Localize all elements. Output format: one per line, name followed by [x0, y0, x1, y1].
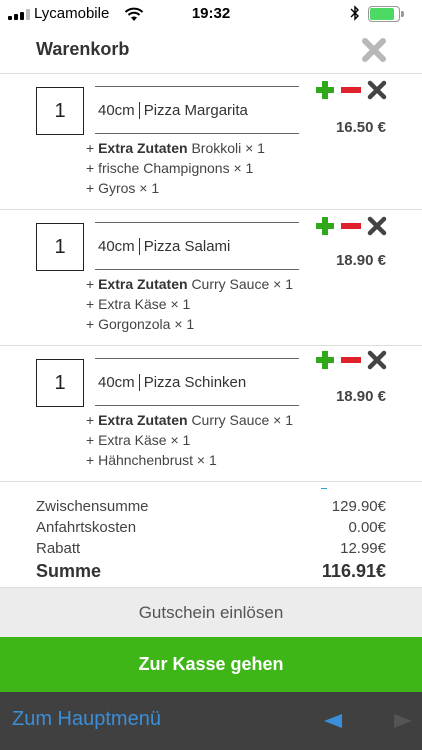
item-price: 18.90 €: [335, 252, 386, 269]
extras-list: + Extra Zutaten Curry Sauce × 1 + Extra …: [86, 410, 293, 470]
delivery-row: Anfahrtskosten 0.00€: [36, 517, 386, 538]
item-name: 40cm Pizza Salami: [98, 238, 230, 255]
forward-arrow-icon[interactable]: [392, 712, 414, 730]
extras-label: Extra Zutaten: [98, 276, 188, 292]
extras-label: Extra Zutaten: [98, 412, 188, 428]
minus-icon[interactable]: [340, 215, 362, 237]
back-arrow-icon[interactable]: [322, 712, 344, 730]
subtotal-row: Zwischensumme 129.90€: [36, 496, 386, 517]
subtotal-value: 129.90€: [331, 498, 386, 515]
delivery-label: Anfahrtskosten: [36, 519, 137, 536]
item-title: Pizza Salami: [143, 238, 231, 255]
item-name: 40cm Pizza Margarita: [98, 102, 248, 119]
remove-icon[interactable]: [366, 215, 388, 237]
item-name-box: 40cm Pizza Margarita: [95, 86, 299, 134]
status-bar: Lycamobile 19:32: [0, 0, 422, 28]
totals-section: Zwischensumme 129.90€ Anfahrtskosten 0.0…: [36, 496, 386, 583]
item-price: 18.90 €: [335, 388, 386, 405]
close-icon[interactable]: [360, 36, 388, 64]
plus-icon[interactable]: [314, 79, 336, 101]
item-name-box: 40cm Pizza Schinken: [95, 358, 299, 406]
extras-label: Extra Zutaten: [98, 140, 188, 156]
remove-icon[interactable]: [366, 79, 388, 101]
quantity-field[interactable]: 1: [36, 87, 84, 135]
item-name-box: 40cm Pizza Salami: [95, 222, 299, 270]
delivery-value: 0.00€: [348, 519, 386, 536]
cart-header: Warenkorb: [0, 28, 422, 74]
battery-icon: [368, 6, 404, 22]
plus-icon[interactable]: [314, 215, 336, 237]
extra-line: + Hähnchenbrust × 1: [86, 452, 217, 468]
plus-icon[interactable]: [314, 349, 336, 371]
extra-line: + frische Champignons × 1: [86, 160, 254, 176]
extras-list: + Extra Zutaten Brokkoli × 1 + frische C…: [86, 138, 265, 198]
redeem-voucher-button[interactable]: Gutschein einlösen: [0, 587, 422, 637]
quantity-field[interactable]: 1: [36, 223, 84, 271]
extra-line: + Extra Käse × 1: [86, 296, 191, 312]
discount-row: Rabatt 12.99€: [36, 538, 386, 559]
cart-item: 1 40cm Pizza Salami 18.90 € + Extra Zutat…: [0, 210, 422, 346]
discount-value: 12.99€: [340, 540, 386, 557]
scroll-indicator: [321, 488, 327, 489]
minus-icon[interactable]: [340, 79, 362, 101]
subtotal-label: Zwischensumme: [36, 498, 149, 515]
item-price: 16.50 €: [335, 119, 386, 136]
item-size: 40cm: [98, 238, 140, 255]
main-menu-link[interactable]: Zum Hauptmenü: [12, 708, 161, 731]
item-size: 40cm: [98, 374, 140, 391]
bottom-toolbar: Zum Hauptmenü: [0, 692, 422, 750]
extra-line: + Extra Zutaten Curry Sauce × 1: [86, 276, 293, 292]
sum-value: 116.91€: [321, 561, 386, 581]
item-title: Pizza Margarita: [143, 102, 248, 119]
extra-line: + Gyros × 1: [86, 180, 160, 196]
extras-list: + Extra Zutaten Curry Sauce × 1 + Extra …: [86, 274, 293, 334]
extra-line: + Gorgonzola × 1: [86, 316, 195, 332]
extra-line: + Extra Zutaten Brokkoli × 1: [86, 140, 265, 156]
sum-row: Summe 116.91€: [36, 559, 386, 583]
bluetooth-icon: [350, 5, 359, 21]
checkout-button[interactable]: Zur Kasse gehen: [0, 637, 422, 692]
sum-label: Summe: [36, 561, 102, 581]
item-name: 40cm Pizza Schinken: [98, 374, 246, 391]
item-size: 40cm: [98, 102, 140, 119]
cart-item: 1 40cm Pizza Schinken 18.90 € + Extra Zut…: [0, 346, 422, 482]
minus-icon[interactable]: [340, 349, 362, 371]
page-title: Warenkorb: [36, 39, 130, 59]
extra-line: + Extra Zutaten Curry Sauce × 1: [86, 412, 293, 428]
discount-label: Rabatt: [36, 540, 81, 557]
remove-icon[interactable]: [366, 349, 388, 371]
quantity-field[interactable]: 1: [36, 359, 84, 407]
extra-line: + Extra Käse × 1: [86, 432, 191, 448]
cart-item: 1 40cm Pizza Margarita 16.50 € + Extra Zu…: [0, 74, 422, 210]
item-title: Pizza Schinken: [143, 374, 247, 391]
